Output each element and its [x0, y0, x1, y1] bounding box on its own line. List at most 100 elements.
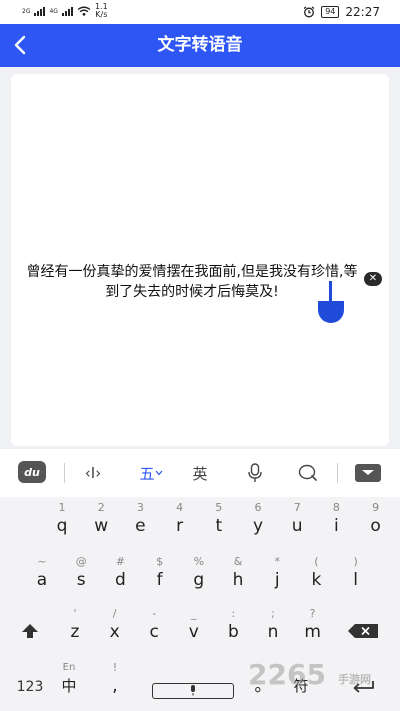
- key-main-label: a: [36, 570, 48, 590]
- watermark-brand: 2265: [248, 658, 326, 691]
- wubi-mode-button[interactable]: 五: [134, 461, 168, 485]
- key-sub-label: 1: [58, 501, 66, 514]
- hide-keyboard-button[interactable]: [355, 464, 381, 482]
- language-switch-sub: En: [62, 662, 76, 673]
- language-switch-key[interactable]: En 中: [52, 661, 86, 705]
- key-v[interactable]: _ v: [177, 607, 211, 651]
- keyboard-toolbar: du ‹I› 五 英: [0, 449, 400, 497]
- key-sub-label: _: [191, 607, 197, 620]
- key-z[interactable]: ' z: [58, 607, 92, 651]
- key-c[interactable]: -c: [137, 607, 171, 651]
- key-b[interactable]: :b: [216, 607, 250, 651]
- key-main-label: y: [252, 516, 264, 536]
- key-j[interactable]: * j: [260, 555, 294, 599]
- key-d[interactable]: # d: [103, 555, 137, 599]
- text-input-area[interactable]: [11, 74, 389, 446]
- key-a[interactable]: ~ a: [25, 555, 59, 599]
- key-i[interactable]: 8i: [319, 501, 353, 545]
- title-bar: 文字转语音: [0, 24, 400, 67]
- clear-text-button[interactable]: ✕: [364, 272, 382, 286]
- key-g[interactable]: % g: [182, 555, 216, 599]
- key-sub-label: ?: [309, 607, 316, 620]
- key-r[interactable]: 4r: [163, 501, 197, 545]
- key-sub-label: #: [115, 555, 125, 568]
- cursor-tool-button[interactable]: ‹I›: [78, 461, 108, 485]
- watermark-sub: 手游网: [338, 673, 371, 686]
- key-n[interactable]: ; n: [256, 607, 290, 651]
- key-sub-label: 4: [176, 501, 184, 514]
- key-main-label: j: [274, 570, 280, 590]
- key-main-label: x: [109, 622, 120, 642]
- input-text[interactable]: 曾经有一份真挚的爱情摆在我面前,但是我没有珍惜,等到了失去的时候才后悔莫及!: [22, 262, 362, 302]
- key-main-label: r: [176, 516, 184, 536]
- comma-key[interactable]: ! ,: [98, 661, 132, 705]
- key-f[interactable]: $ f: [143, 555, 177, 599]
- network-type-1: 2G: [22, 7, 31, 15]
- search-button[interactable]: [296, 461, 320, 485]
- key-main-label: d: [114, 570, 126, 590]
- network-speed: 1.1 K/s: [95, 3, 108, 19]
- key-main-label: g: [193, 570, 205, 590]
- battery-indicator: 94: [321, 6, 340, 18]
- key-s[interactable]: @ s: [64, 555, 98, 599]
- key-main-label: w: [94, 516, 109, 536]
- key-sub-label: 5: [215, 501, 223, 514]
- key-sub-label: -: [152, 607, 157, 620]
- key-main-label: o: [370, 516, 381, 536]
- key-main-label: u: [291, 516, 303, 536]
- key-sub-label: 6: [254, 501, 262, 514]
- voice-input-button[interactable]: [244, 461, 266, 485]
- chevron-left-icon: [14, 35, 26, 55]
- key-m[interactable]: ? m: [296, 607, 330, 651]
- microphone-icon: [248, 463, 262, 482]
- key-e[interactable]: 3e: [123, 501, 157, 545]
- english-mode-button[interactable]: 英: [187, 461, 213, 485]
- speed-unit: K/s: [95, 10, 108, 19]
- status-bar: 2G 4G 1.1 K/s 94 22:27: [0, 0, 400, 24]
- numbers-key[interactable]: 123: [12, 667, 48, 707]
- key-w[interactable]: 2w: [84, 501, 118, 545]
- key-main-label: n: [267, 622, 279, 642]
- key-main-label: l: [353, 570, 358, 590]
- baidu-input-logo[interactable]: du: [18, 461, 46, 483]
- back-button[interactable]: [8, 32, 34, 58]
- key-o[interactable]: 9o: [359, 501, 393, 545]
- key-y[interactable]: 6y: [241, 501, 275, 545]
- toolbar-divider-2: [337, 463, 338, 483]
- key-main-label: c: [149, 622, 159, 642]
- key-l[interactable]: ) l: [339, 555, 373, 599]
- key-q[interactable]: 1q: [45, 501, 79, 545]
- space-bar[interactable]: [152, 683, 234, 699]
- key-sub-label: 8: [332, 501, 340, 514]
- key-k[interactable]: (k: [299, 555, 333, 599]
- key-main-label: t: [215, 516, 223, 536]
- key-main-label: e: [135, 516, 146, 536]
- key-h[interactable]: & h: [221, 555, 255, 599]
- key-main-label: v: [188, 622, 199, 642]
- key-main-label: f: [156, 570, 163, 590]
- backspace-key[interactable]: [344, 611, 382, 651]
- key-sub-label: ': [73, 607, 77, 620]
- key-x[interactable]: / x: [98, 607, 132, 651]
- key-sub-label: 3: [136, 501, 144, 514]
- backspace-icon: [348, 624, 378, 638]
- key-sub-label: @: [75, 555, 87, 568]
- key-t[interactable]: 5t: [202, 501, 236, 545]
- comma-key-main: ,: [112, 676, 118, 696]
- wifi-icon: [77, 6, 91, 16]
- key-main-label: h: [232, 570, 244, 590]
- search-chat-icon: [298, 464, 317, 481]
- key-sub-label: *: [274, 555, 280, 568]
- key-sub-label: ;: [271, 607, 275, 620]
- key-u[interactable]: 7u: [280, 501, 314, 545]
- status-right: 94 22:27: [303, 5, 380, 19]
- network-type-2: 4G: [49, 7, 58, 15]
- key-sub-label: 9: [372, 501, 380, 514]
- key-main-label: m: [304, 622, 321, 642]
- key-sub-label: 2: [97, 501, 105, 514]
- page-title: 文字转语音: [157, 35, 243, 55]
- shift-key[interactable]: [14, 611, 46, 651]
- microphone-small-icon: [191, 685, 195, 696]
- status-left: 2G 4G 1.1 K/s: [22, 3, 108, 19]
- signal-icon: [34, 6, 46, 16]
